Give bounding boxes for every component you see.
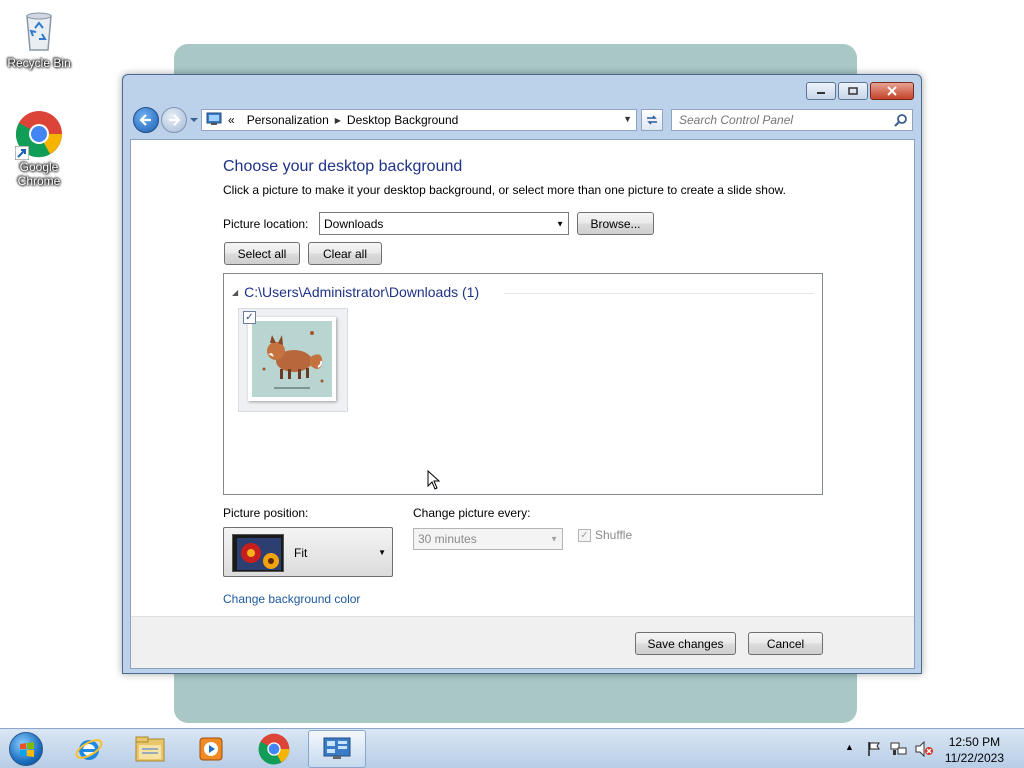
desktop-icon-google-chrome[interactable]: Google Chrome	[3, 110, 75, 188]
group-divider	[504, 293, 814, 294]
mouse-cursor-icon	[427, 470, 441, 490]
chevron-down-icon	[190, 118, 198, 122]
forward-button[interactable]	[161, 107, 187, 133]
shuffle-label: Shuffle	[595, 528, 633, 542]
picture-position-value: Fit	[294, 546, 308, 560]
change-background-color-link[interactable]: Change background color	[223, 592, 360, 606]
search-icon[interactable]	[894, 113, 908, 130]
maximize-button[interactable]	[838, 82, 868, 100]
taskbar-file-explorer[interactable]	[121, 730, 179, 768]
maximize-icon	[848, 87, 858, 95]
position-preview-image	[232, 534, 284, 572]
start-button[interactable]	[4, 730, 48, 768]
breadcrumb-personalization[interactable]: Personalization	[247, 113, 329, 127]
refresh-icon	[647, 115, 657, 125]
browse-button[interactable]: Browse...	[577, 212, 654, 235]
volume-muted-icon[interactable]	[914, 741, 934, 757]
desktop-icon-label: Recycle Bin	[7, 56, 71, 70]
picture-location-value: Downloads	[324, 216, 384, 231]
page-title: Choose your desktop background	[223, 158, 463, 175]
dialog-footer: Save changes Cancel	[131, 616, 914, 668]
fox-wallpaper-thumbnail	[252, 321, 332, 397]
minimize-button[interactable]	[806, 82, 836, 100]
gallery-group-title: C:\Users\Administrator\Downloads (1)	[244, 284, 480, 300]
page-subtitle: Click a picture to make it your desktop …	[223, 183, 786, 197]
gallery-item-fox-wallpaper[interactable]: ✓	[238, 308, 348, 412]
change-interval-select[interactable]: 30 minutes ▼	[413, 528, 563, 550]
taskbar-media-player[interactable]	[182, 730, 240, 768]
shortcut-arrow-icon	[15, 146, 29, 160]
search-input[interactable]	[679, 113, 889, 127]
picture-gallery: ◢ C:\Users\Administrator\Downloads (1) ✓	[223, 273, 823, 495]
taskbar-chrome[interactable]	[245, 730, 303, 768]
address-bar[interactable]: « Personalization ▶ Desktop Background ▼	[201, 109, 637, 131]
close-button[interactable]	[870, 82, 914, 100]
picture-position-label: Picture position:	[223, 506, 309, 520]
breadcrumb-desktop-background[interactable]: Desktop Background	[347, 113, 458, 127]
breadcrumb-overflow[interactable]: «	[228, 113, 235, 127]
close-icon	[887, 86, 897, 96]
collapse-triangle-icon[interactable]: ◢	[232, 288, 238, 297]
navigation-bar: « Personalization ▶ Desktop Background ▼	[131, 105, 915, 135]
picture-position-select[interactable]: Fit ▼	[223, 527, 393, 577]
ie-icon	[75, 739, 103, 760]
search-box[interactable]	[671, 109, 913, 131]
shuffle-checkbox[interactable]: ✓ Shuffle	[578, 528, 632, 542]
thumbnail-checkbox[interactable]: ✓	[243, 311, 256, 324]
change-picture-label: Change picture every:	[413, 506, 531, 520]
recent-pages-button[interactable]	[189, 114, 199, 126]
show-hidden-icons-icon[interactable]: ▲	[845, 742, 854, 752]
chevron-down-icon: ▼	[550, 534, 558, 544]
chevron-down-icon: ▼	[556, 219, 564, 228]
taskbar: ▲ 12:50 PM 11/22/2023	[0, 728, 1024, 768]
clock-time: 12:50 PM	[948, 735, 1001, 749]
back-button[interactable]	[133, 107, 159, 133]
taskbar-internet-explorer[interactable]	[60, 730, 118, 768]
chrome-icon	[258, 733, 290, 765]
taskbar-control-panel[interactable]	[308, 730, 366, 768]
window-controls	[806, 82, 914, 100]
chrome-icon	[15, 110, 63, 160]
cancel-button[interactable]: Cancel	[748, 632, 823, 655]
desktop-icon-label: Google Chrome	[17, 160, 61, 188]
refresh-button[interactable]	[641, 109, 663, 131]
action-center-flag-icon[interactable]	[866, 741, 882, 757]
clear-all-button[interactable]: Clear all	[308, 242, 382, 265]
control-panel-icon	[206, 112, 222, 129]
change-interval-value: 30 minutes	[418, 532, 477, 546]
picture-location-label: Picture location:	[223, 217, 309, 231]
gallery-group-header[interactable]: ◢ C:\Users\Administrator\Downloads (1)	[232, 284, 479, 300]
content-pane: Choose your desktop background Click a p…	[130, 139, 915, 669]
save-changes-button[interactable]: Save changes	[635, 632, 736, 655]
desktop-background-window: « Personalization ▶ Desktop Background ▼…	[122, 74, 922, 674]
taskbar-clock[interactable]: 12:50 PM 11/22/2023	[945, 734, 1004, 766]
network-icon[interactable]	[890, 741, 908, 757]
thumbnail-frame	[248, 317, 336, 401]
windows-logo-icon	[9, 732, 43, 766]
chevron-down-icon: ▼	[378, 548, 386, 557]
control-panel-icon	[323, 737, 351, 759]
shuffle-check-icon: ✓	[578, 528, 591, 542]
recycle-bin-icon	[15, 6, 63, 54]
clock-date: 11/22/2023	[944, 751, 1004, 765]
folder-icon	[135, 736, 165, 762]
forward-arrow-icon	[169, 114, 181, 126]
back-arrow-icon	[139, 114, 151, 126]
picture-location-select[interactable]: Downloads ▼	[319, 212, 569, 235]
address-dropdown-icon[interactable]: ▼	[623, 114, 632, 124]
desktop-icon-recycle-bin[interactable]: Recycle Bin	[3, 6, 75, 70]
media-player-icon	[199, 737, 223, 761]
minimize-icon	[817, 92, 825, 94]
breadcrumb-arrow-icon[interactable]: ▶	[335, 116, 341, 125]
select-all-button[interactable]: Select all	[224, 242, 300, 265]
